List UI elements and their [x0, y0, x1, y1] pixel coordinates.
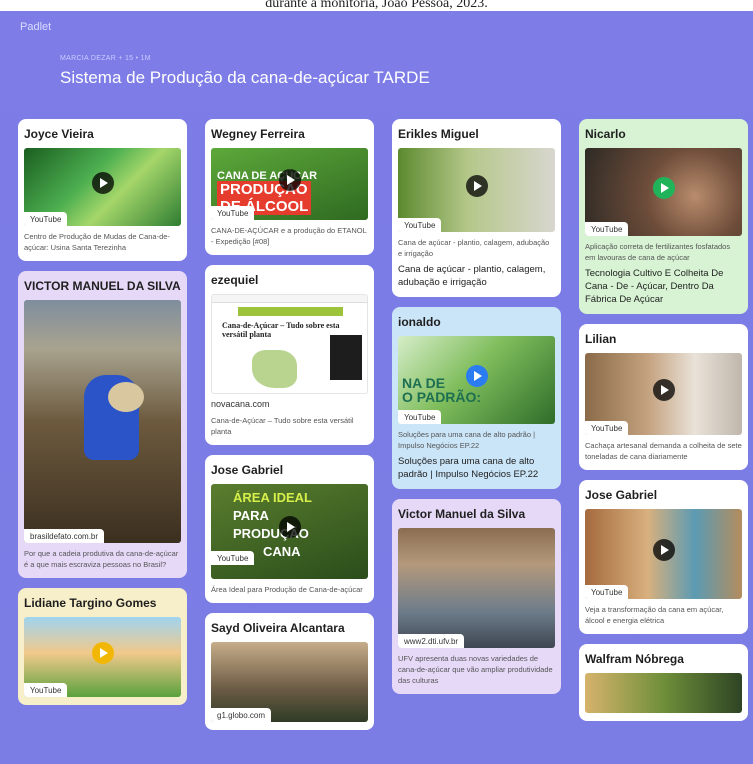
thumb-text: ÁREA IDEAL — [233, 490, 312, 505]
source-label: g1.globo.com — [211, 708, 272, 722]
post-description: Soluções para uma cana de alto padrão | … — [398, 430, 536, 450]
source-label: YouTube — [585, 585, 629, 599]
video-thumbnail[interactable]: YouTube — [585, 148, 742, 236]
column-3: Erikles Miguel YouTube Cana de açúcar - … — [392, 119, 561, 704]
article-thumbnail[interactable] — [585, 673, 742, 713]
post-card[interactable]: ezequiel Cana-de-Açúcar – Tudo sobre est… — [205, 265, 374, 445]
post-description: Cana de açúcar - plantio, calagem, aduba… — [398, 238, 550, 258]
play-icon[interactable] — [652, 538, 675, 561]
source-label: YouTube — [398, 410, 442, 424]
play-icon[interactable] — [91, 642, 114, 664]
post-description: Área Ideal para Produção de Cana-de-açúc… — [211, 585, 363, 594]
article-heading: Cana-de-Açúcar – Tudo sobre esta versáti… — [222, 321, 340, 339]
play-icon[interactable] — [278, 169, 301, 192]
post-author: Lilian — [585, 332, 617, 346]
video-thumbnail[interactable]: YouTube — [24, 148, 181, 226]
post-author: Jose Gabriel — [211, 463, 284, 477]
padlet-board: Padlet MARCIA DEZAR + 15 • 1M Sistema de… — [0, 11, 753, 764]
sidebar-widget — [330, 335, 362, 380]
column-4: Nicarlo YouTube Aplicação correta de fer… — [579, 119, 748, 731]
post-card[interactable]: VICTOR MANUEL DA SILVA brasildefato.com.… — [18, 271, 187, 578]
post-card[interactable]: Jose Gabriel YouTube Veja a transformaçã… — [579, 480, 748, 634]
video-thumbnail[interactable]: YouTube — [585, 353, 742, 435]
video-thumbnail[interactable]: ÁREA IDEAL PARA PRODUÇÃO CANA YouTube — [211, 484, 368, 579]
post-author: Wegney Ferreira — [211, 127, 305, 141]
play-icon[interactable] — [652, 176, 675, 199]
post-author: Erikles Miguel — [398, 127, 479, 141]
board-meta: MARCIA DEZAR + 15 • 1M — [60, 55, 151, 62]
article-thumbnail[interactable]: Cana-de-Açúcar – Tudo sobre esta versáti… — [211, 294, 368, 394]
play-icon[interactable] — [278, 515, 301, 538]
source-label: YouTube — [585, 222, 629, 236]
padlet-logo[interactable]: Padlet — [20, 21, 51, 33]
column-2: Wegney Ferreira CANA DE AÇÚCAR PRODUÇÃO … — [205, 119, 374, 740]
post-title: Soluções para uma cana de alto padrão | … — [398, 456, 539, 480]
post-card[interactable]: Joyce Vieira YouTube Centro de Produção … — [18, 119, 187, 261]
play-icon[interactable] — [652, 378, 675, 401]
post-card[interactable]: Nicarlo YouTube Aplicação correta de fer… — [579, 119, 748, 314]
video-thumbnail[interactable]: YouTube — [398, 148, 555, 232]
post-card[interactable]: Lidiane Targino Gomes YouTube — [18, 588, 187, 705]
map-image — [252, 350, 297, 388]
site-banner — [238, 307, 343, 316]
figure-caption: durante a monitoria, João Pessoa, 2023. — [0, 0, 753, 11]
post-card[interactable]: Victor Manuel da Silva www2.dti.ufv.br U… — [392, 499, 561, 694]
thumb-text: NA DE — [402, 375, 446, 391]
post-author: Walfram Nóbrega — [585, 652, 684, 666]
source-label: novacana.com — [211, 399, 270, 409]
post-card[interactable]: Jose Gabriel ÁREA IDEAL PARA PRODUÇÃO CA… — [205, 455, 374, 603]
article-thumbnail[interactable]: brasildefato.com.br — [24, 300, 181, 543]
post-author: ionaldo — [398, 315, 441, 329]
post-author: Victor Manuel da Silva — [398, 507, 526, 521]
post-card[interactable]: Lilian YouTube Cachaça artesanal demanda… — [579, 324, 748, 470]
straw-hat — [108, 382, 144, 412]
source-label: YouTube — [585, 421, 629, 435]
video-thumbnail[interactable]: YouTube — [585, 509, 742, 599]
source-label: YouTube — [211, 551, 255, 565]
source-label: www2.dti.ufv.br — [398, 634, 465, 648]
source-label: YouTube — [24, 212, 68, 226]
article-thumbnail[interactable]: www2.dti.ufv.br — [398, 528, 555, 648]
post-description: Por que a cadeia produtiva da cana-de-aç… — [24, 549, 179, 569]
post-description: Centro de Produção de Mudas de Cana-de-a… — [24, 232, 170, 252]
play-icon[interactable] — [465, 364, 488, 387]
post-author: Lidiane Targino Gomes — [24, 596, 157, 610]
post-author: Jose Gabriel — [585, 488, 658, 502]
video-thumbnail[interactable]: YouTube — [24, 617, 181, 697]
board-title: Sistema de Produção da cana-de-açúcar TA… — [60, 68, 430, 87]
post-description: CANA-DE-AÇÚCAR e a produção do ETANOL - … — [211, 226, 367, 246]
post-author: Joyce Vieira — [24, 127, 94, 141]
post-title: Cana de açúcar - plantio, calagem, aduba… — [398, 264, 546, 288]
post-description: Cana-de-Açúcar – Tudo sobre esta versáti… — [211, 416, 354, 436]
post-card[interactable]: Walfram Nóbrega — [579, 644, 748, 721]
post-author: Nicarlo — [585, 127, 626, 141]
video-thumbnail[interactable]: CANA DE AÇÚCAR PRODUÇÃO DE ÁLCOOL YouTub… — [211, 148, 368, 220]
post-description: Veja a transformação da cana em açúcar, … — [585, 605, 724, 625]
browser-bar — [212, 295, 367, 303]
post-card[interactable]: Erikles Miguel YouTube Cana de açúcar - … — [392, 119, 561, 297]
post-description: UFV apresenta duas novas variedades de c… — [398, 654, 553, 685]
post-card[interactable]: Wegney Ferreira CANA DE AÇÚCAR PRODUÇÃO … — [205, 119, 374, 255]
post-author: VICTOR MANUEL DA SILVA — [24, 279, 181, 293]
post-author: Sayd Oliveira Alcantara — [211, 621, 345, 635]
post-card[interactable]: Sayd Oliveira Alcantara g1.globo.com — [205, 613, 374, 730]
post-card[interactable]: ionaldo NA DE O PADRÃO: YouTube Soluções… — [392, 307, 561, 489]
thumb-text: PARA — [233, 508, 269, 523]
column-1: Joyce Vieira YouTube Centro de Produção … — [18, 119, 187, 715]
thumb-text: O PADRÃO: — [402, 389, 482, 405]
source-label: brasildefato.com.br — [24, 529, 105, 543]
post-author: ezequiel — [211, 273, 259, 287]
source-label: YouTube — [24, 683, 68, 697]
post-title: Tecnologia Cultivo E Colheita De Cana - … — [585, 268, 724, 305]
thumb-text: CANA — [263, 544, 301, 559]
video-thumbnail[interactable]: NA DE O PADRÃO: YouTube — [398, 336, 555, 424]
post-description: Cachaça artesanal demanda a colheita de … — [585, 441, 742, 461]
post-description: Aplicação correta de fertilizantes fosfa… — [585, 242, 731, 262]
source-label: YouTube — [211, 206, 255, 220]
play-icon[interactable] — [465, 174, 488, 197]
article-thumbnail[interactable]: g1.globo.com — [211, 642, 368, 722]
source-label: YouTube — [398, 218, 442, 232]
play-icon[interactable] — [91, 172, 114, 195]
